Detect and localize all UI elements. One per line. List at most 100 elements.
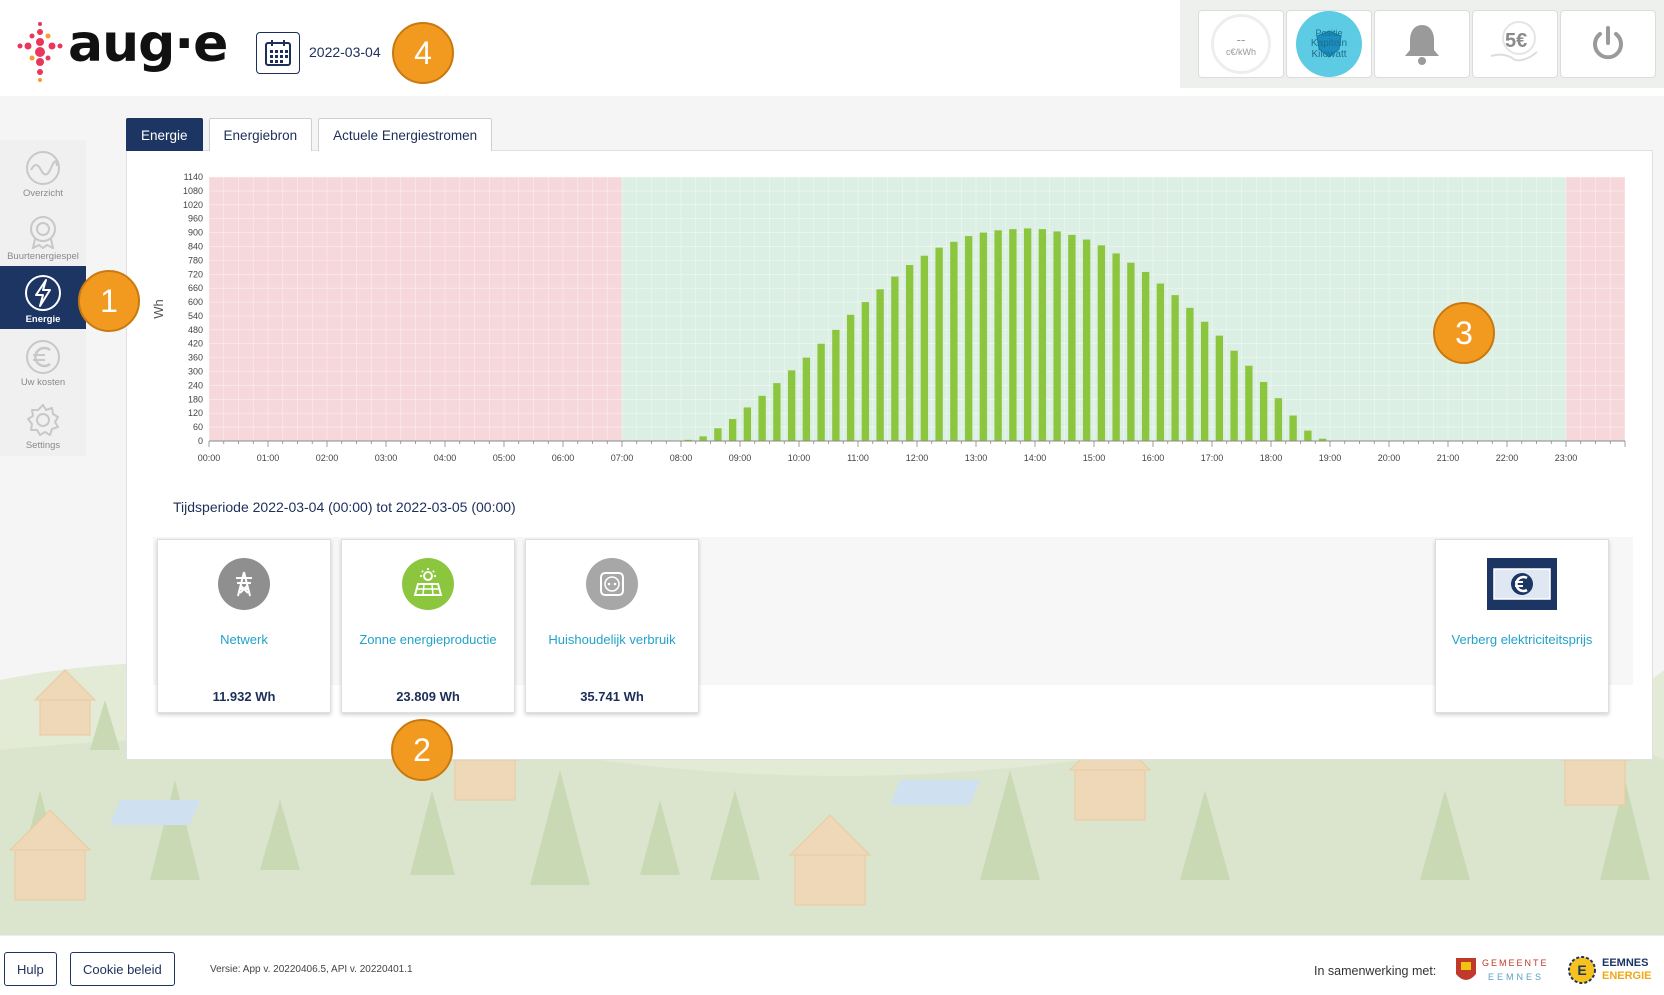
y-tick-label: 360 <box>188 353 203 363</box>
calendar-button[interactable] <box>256 32 300 74</box>
x-tick-label: 15:00 <box>1083 453 1106 463</box>
sidebar-item-settings[interactable]: Settings <box>0 392 86 455</box>
x-tick-label: 19:00 <box>1319 453 1342 463</box>
x-tick-label: 20:00 <box>1378 453 1401 463</box>
bar <box>905 265 914 441</box>
card-zonne-energieproductie[interactable]: Zonne energieproductie 23.809 Wh <box>341 539 515 713</box>
sidebar-item-label: Energie <box>25 314 61 325</box>
bar <box>891 276 899 441</box>
money-button[interactable]: 5€ <box>1472 10 1558 78</box>
x-tick-label: 01:00 <box>257 453 280 463</box>
y-tick-label: 60 <box>193 422 203 432</box>
partner1-bottom: EEMNES <box>1488 972 1545 982</box>
card-value: 11.932 Wh <box>212 689 276 704</box>
x-tick-label: 18:00 <box>1260 453 1283 463</box>
y-tick-label: 1020 <box>183 200 203 210</box>
bar <box>1156 283 1165 441</box>
bar <box>1215 335 1224 441</box>
card-huishoudelijk-verbruik[interactable]: Huishoudelijk verbruik 35.741 Wh <box>525 539 699 713</box>
eemnes-energie-logo: E EEMNES ENERGIE <box>1566 954 1662 988</box>
x-tick-label: 17:00 <box>1201 453 1224 463</box>
tab-energiebron[interactable]: Energiebron <box>208 118 313 151</box>
price-indicator-button[interactable]: -- c€/kWh <box>1198 10 1284 78</box>
price-unit: c€/kWh <box>1225 46 1256 57</box>
cookie-policy-button[interactable]: Cookie beleid <box>70 952 175 986</box>
footer: Hulp Cookie beleid Versie: App v. 202204… <box>0 935 1664 995</box>
card-netwerk[interactable]: Netwerk 11.932 Wh <box>157 539 331 713</box>
bar <box>1259 381 1268 441</box>
bar <box>1053 231 1061 441</box>
gemeente-eemnes-logo: GEMEENTE EEMNES <box>1454 956 1550 986</box>
partner2-bottom: ENERGIE <box>1602 970 1652 982</box>
bar <box>994 230 1002 441</box>
bar <box>1200 321 1209 441</box>
x-tick-label: 23:00 <box>1555 453 1578 463</box>
y-tick-label: 720 <box>188 269 203 279</box>
bar <box>758 395 766 441</box>
y-tick-label: 960 <box>188 214 203 224</box>
bar <box>728 419 737 441</box>
bar <box>1230 350 1238 441</box>
x-tick-label: 06:00 <box>552 453 575 463</box>
bar <box>1127 262 1135 441</box>
sidebar: Overzicht Buurtenergiespel Energie Uw ko… <box>0 140 86 456</box>
time-period: Tijdsperiode 2022-03-04 (00:00) tot 2022… <box>173 499 516 515</box>
bar <box>817 343 825 441</box>
energy-panel: 0 60 120 180 240 300 360 420 480 540 600 660 720 780 8… <box>126 150 1653 760</box>
badge-line-2: Kapitein <box>1310 38 1348 49</box>
bar <box>1274 398 1283 441</box>
bar <box>743 407 752 441</box>
tab-energie[interactable]: Energie <box>126 118 203 151</box>
sidebar-item-buurtenergiespel[interactable]: Buurtenergiespel <box>0 203 86 266</box>
y-tick-label: 120 <box>188 408 203 418</box>
rank-badge-button[interactable]: Positie Kapitein Kilowatt <box>1286 10 1372 78</box>
lightning-icon <box>25 275 61 311</box>
bar <box>950 241 958 441</box>
sidebar-item-energie[interactable]: Energie <box>0 266 86 329</box>
bar <box>714 428 722 441</box>
card-value: 23.809 Wh <box>396 689 460 704</box>
bar <box>1082 239 1091 441</box>
bar <box>1009 229 1017 441</box>
bar <box>1304 430 1312 441</box>
bar <box>699 436 707 441</box>
card-title: Huishoudelijk verbruik <box>548 632 676 647</box>
bar <box>876 289 884 441</box>
energy-bar-chart: 0 60 120 180 240 300 360 420 480 540 600 660 720 780 8… <box>151 172 1626 463</box>
bar <box>1186 307 1194 441</box>
y-tick-label: 300 <box>188 367 203 377</box>
x-tick-label: 12:00 <box>906 453 929 463</box>
sidebar-item-overzicht[interactable]: Overzicht <box>0 140 86 203</box>
bar <box>920 255 929 441</box>
bar <box>832 329 840 441</box>
bar <box>964 236 973 441</box>
logout-button[interactable] <box>1560 10 1656 78</box>
app-header: aug·e 2022-03-04 -- c€/kWh Positie Kapit… <box>0 0 1664 96</box>
bar <box>802 357 811 441</box>
bell-icon <box>1405 25 1439 65</box>
svg-text:E: E <box>1577 962 1586 978</box>
notifications-button[interactable] <box>1374 10 1470 78</box>
y-tick-label: 240 <box>188 380 203 390</box>
x-tick-label: 22:00 <box>1496 453 1519 463</box>
callout-3: 3 <box>1433 302 1495 364</box>
selected-date[interactable]: 2022-03-04 <box>309 44 381 60</box>
y-tick-label: 180 <box>188 394 203 404</box>
gear-icon <box>27 404 59 436</box>
help-button[interactable]: Hulp <box>4 952 57 986</box>
sidebar-item-label: Settings <box>25 440 61 451</box>
partner2-top: EEMNES <box>1602 957 1649 969</box>
card-title: Verberg elektriciteitsprijs <box>1451 632 1593 647</box>
bar <box>1289 415 1297 441</box>
sidebar-item-label: Buurtenergiespel <box>7 251 79 262</box>
partner1-top: GEMEENTE <box>1482 958 1549 968</box>
bar <box>1097 245 1106 441</box>
wave-icon <box>26 151 60 185</box>
euro-banknote-icon <box>1487 558 1557 610</box>
socket-icon <box>586 558 638 610</box>
x-tick-label: 03:00 <box>375 453 398 463</box>
card-verberg-elektriciteitsprijs[interactable]: Verberg elektriciteitsprijs <box>1435 539 1609 713</box>
tab-actuele-energiestromen[interactable]: Actuele Energiestromen <box>318 118 493 151</box>
y-tick-label: 1080 <box>183 186 203 196</box>
sidebar-item-uw-kosten[interactable]: Uw kosten <box>0 329 86 392</box>
